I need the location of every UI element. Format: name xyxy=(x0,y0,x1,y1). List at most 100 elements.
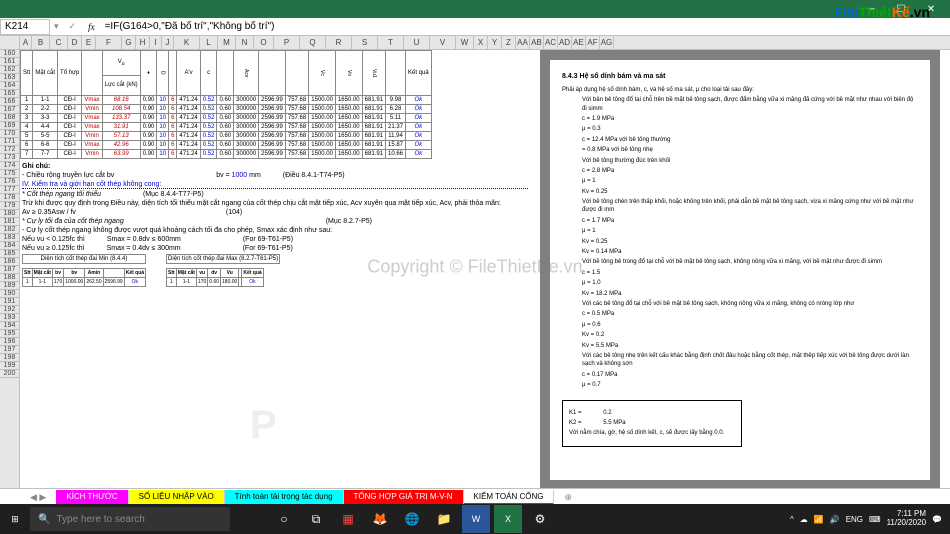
sheet-tab[interactable]: KÍCH THƯỚC xyxy=(56,490,128,505)
excel-icon[interactable]: X xyxy=(494,505,522,533)
col-header[interactable]: AG xyxy=(600,36,614,49)
row-header[interactable]: 163 xyxy=(0,74,19,82)
word-icon[interactable]: W xyxy=(462,505,490,533)
col-header[interactable]: J xyxy=(162,36,174,49)
col-header[interactable]: N xyxy=(236,36,254,49)
col-header[interactable]: AD xyxy=(558,36,572,49)
row-header[interactable]: 170 xyxy=(0,130,19,138)
col-header[interactable]: AB xyxy=(530,36,544,49)
col-header[interactable]: W xyxy=(456,36,474,49)
col-header[interactable]: A xyxy=(20,36,32,49)
col-header[interactable]: C xyxy=(50,36,68,49)
row-header[interactable]: 160 xyxy=(0,50,19,58)
name-box[interactable]: K214 xyxy=(0,19,50,35)
row-header[interactable]: 179 xyxy=(0,202,19,210)
col-header[interactable]: F xyxy=(96,36,122,49)
col-header[interactable]: U xyxy=(404,36,430,49)
col-header[interactable]: AE xyxy=(572,36,586,49)
row-header[interactable]: 166 xyxy=(0,98,19,106)
row-header[interactable]: 196 xyxy=(0,338,19,346)
row-header[interactable]: 186 xyxy=(0,258,19,266)
col-header[interactable]: V xyxy=(430,36,456,49)
select-all-corner[interactable] xyxy=(0,36,20,49)
col-header[interactable]: R xyxy=(326,36,352,49)
chrome-icon[interactable]: 🌐 xyxy=(398,505,426,533)
language-indicator[interactable]: ENG xyxy=(846,515,863,524)
row-header[interactable]: 180 xyxy=(0,210,19,218)
row-header[interactable]: 162 xyxy=(0,66,19,74)
tray-up-icon[interactable]: ^ xyxy=(790,515,794,524)
row-header[interactable]: 178 xyxy=(0,194,19,202)
row-header[interactable]: 173 xyxy=(0,154,19,162)
add-sheet-icon[interactable]: ⊕ xyxy=(564,492,572,503)
row-header[interactable]: 187 xyxy=(0,266,19,274)
firefox-icon[interactable]: 🦊 xyxy=(366,505,394,533)
name-box-dropdown-icon[interactable]: ▾ xyxy=(50,21,63,32)
row-header[interactable]: 197 xyxy=(0,346,19,354)
col-header[interactable]: K xyxy=(174,36,200,49)
sheet-tab[interactable]: Tính toán tải trọng tác dụng xyxy=(225,490,344,505)
col-header[interactable]: S xyxy=(352,36,378,49)
tab-nav-icon[interactable]: ◀ ▶ xyxy=(30,492,46,503)
row-header[interactable]: 167 xyxy=(0,106,19,114)
row-header[interactable]: 199 xyxy=(0,362,19,370)
row-header[interactable]: 195 xyxy=(0,330,19,338)
row-header[interactable]: 189 xyxy=(0,282,19,290)
row-header[interactable]: 184 xyxy=(0,242,19,250)
explorer-icon[interactable]: 📁 xyxy=(430,505,458,533)
row-header[interactable]: 188 xyxy=(0,274,19,282)
clock[interactable]: 7:11 PM 11/20/2020 xyxy=(887,510,926,528)
row-header[interactable]: 169 xyxy=(0,122,19,130)
row-header[interactable]: 185 xyxy=(0,250,19,258)
row-header[interactable]: 181 xyxy=(0,218,19,226)
keyboard-icon[interactable]: ⌨ xyxy=(869,515,881,524)
formula-input[interactable]: =IF(G164>0,"Đã bố trí","Không bố trí") xyxy=(101,21,950,32)
row-header[interactable]: 177 xyxy=(0,186,19,194)
col-header[interactable]: AC xyxy=(544,36,558,49)
row-header[interactable]: 190 xyxy=(0,290,19,298)
col-header[interactable]: AF xyxy=(586,36,600,49)
row-header[interactable]: 164 xyxy=(0,82,19,90)
col-header[interactable]: Z xyxy=(502,36,516,49)
col-header[interactable]: D xyxy=(68,36,82,49)
row-header[interactable]: 168 xyxy=(0,114,19,122)
row-header[interactable]: 172 xyxy=(0,146,19,154)
col-header[interactable]: Y xyxy=(488,36,502,49)
row-header[interactable]: 192 xyxy=(0,306,19,314)
volume-icon[interactable]: 🔊 xyxy=(830,515,840,524)
row-header[interactable]: 198 xyxy=(0,354,19,362)
col-header[interactable]: P xyxy=(274,36,300,49)
task-view-icon[interactable]: ⧉ xyxy=(302,505,330,533)
row-header[interactable]: 182 xyxy=(0,226,19,234)
col-header[interactable]: B xyxy=(32,36,50,49)
start-button[interactable]: ⊞ xyxy=(0,504,30,534)
sheet-content[interactable]: S P SttMặt cắtTổ hợp Vu♦D A'vc Acv VcVnV… xyxy=(20,50,950,488)
row-header[interactable]: 200 xyxy=(0,370,19,378)
col-header[interactable]: Q xyxy=(300,36,326,49)
col-header[interactable]: G xyxy=(122,36,136,49)
taskbar-search[interactable]: 🔍 Type here to search xyxy=(30,507,230,531)
col-header[interactable]: M xyxy=(218,36,236,49)
row-header[interactable]: 174 xyxy=(0,162,19,170)
wifi-icon[interactable]: 📶 xyxy=(814,515,824,524)
row-header[interactable]: 176 xyxy=(0,178,19,186)
row-header[interactable]: 193 xyxy=(0,314,19,322)
row-header[interactable]: 191 xyxy=(0,298,19,306)
fx-icon[interactable]: fx xyxy=(82,22,101,32)
row-header[interactable]: 171 xyxy=(0,138,19,146)
notifications-icon[interactable]: 💬 xyxy=(932,515,942,524)
row-header[interactable]: 194 xyxy=(0,322,19,330)
row-header[interactable]: 175 xyxy=(0,170,19,178)
col-header[interactable]: H xyxy=(136,36,150,49)
col-header[interactable]: T xyxy=(378,36,404,49)
cortana-icon[interactable]: ○ xyxy=(270,505,298,533)
sheet-tab[interactable]: SỐ LIỆU NHẬP VÀO xyxy=(129,490,225,505)
app-icon[interactable]: ▦ xyxy=(334,505,362,533)
row-header[interactable]: 183 xyxy=(0,234,19,242)
sheet-tab[interactable]: TỔNG HỢP GIÁ TRỊ M-V-N xyxy=(344,490,464,505)
col-header[interactable]: X xyxy=(474,36,488,49)
col-header[interactable]: AA xyxy=(516,36,530,49)
col-header[interactable]: I xyxy=(150,36,162,49)
col-header[interactable]: O xyxy=(254,36,274,49)
app2-icon[interactable]: ⚙ xyxy=(526,505,554,533)
